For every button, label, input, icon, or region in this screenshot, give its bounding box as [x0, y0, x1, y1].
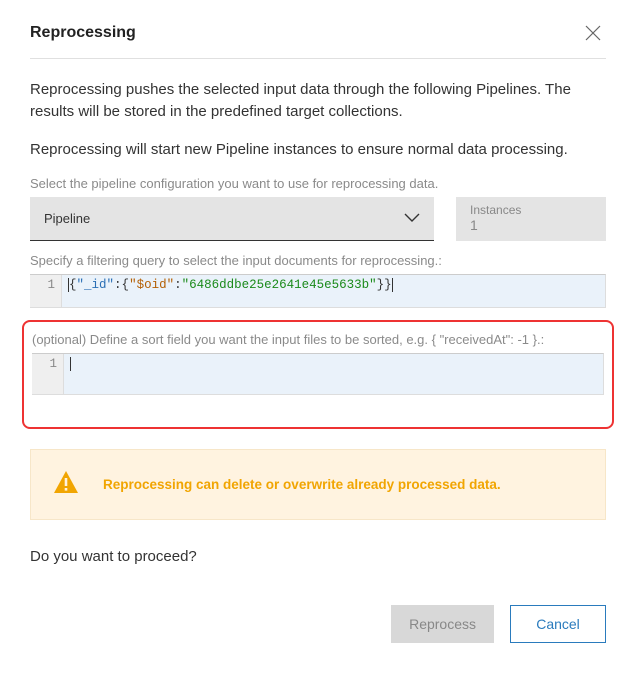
close-button[interactable] [580, 20, 606, 46]
editor-gutter: 1 [32, 354, 64, 394]
pipeline-select[interactable]: Pipeline [30, 197, 434, 241]
sort-query-line[interactable] [64, 354, 603, 394]
line-number: 1 [38, 357, 57, 371]
instances-field: Instances 1 [456, 197, 606, 241]
close-icon [584, 24, 602, 42]
instances-value: 1 [470, 217, 592, 233]
dialog-header: Reprocessing [30, 20, 606, 59]
intro-paragraph-1: Reprocessing pushes the selected input d… [30, 79, 606, 123]
cancel-button[interactable]: Cancel [510, 605, 606, 643]
instances-label: Instances [470, 203, 592, 217]
sort-query-editor[interactable]: 1 [32, 353, 604, 395]
warning-text: Reprocessing can delete or overwrite alr… [103, 477, 501, 492]
line-number: 1 [36, 278, 55, 292]
filter-query-line[interactable]: {"_id":{"$oid":"6486ddbe25e2641e45e5633b… [62, 275, 605, 307]
pipeline-helper-text: Select the pipeline configuration you wa… [30, 176, 606, 191]
sort-section-highlight: (optional) Define a sort field you want … [22, 320, 614, 429]
dialog-buttons: Reprocess Cancel [30, 605, 606, 643]
filter-helper-text: Specify a filtering query to select the … [30, 253, 606, 268]
warning-icon [53, 470, 79, 499]
text-cursor [392, 278, 393, 292]
pipeline-config-row: Pipeline Instances 1 [30, 197, 606, 241]
pipeline-select-label: Pipeline [44, 211, 90, 226]
editor-gutter: 1 [30, 275, 62, 307]
intro-paragraph-2: Reprocessing will start new Pipeline ins… [30, 139, 606, 161]
sort-helper-text: (optional) Define a sort field you want … [32, 332, 604, 347]
chevron-down-icon [404, 211, 420, 226]
dialog-title: Reprocessing [30, 24, 136, 42]
reprocess-button[interactable]: Reprocess [391, 605, 494, 643]
filter-query-editor[interactable]: 1 {"_id":{"$oid":"6486ddbe25e2641e45e563… [30, 274, 606, 308]
text-cursor [70, 357, 71, 371]
warning-banner: Reprocessing can delete or overwrite alr… [30, 449, 606, 520]
reprocessing-dialog: Reprocessing Reprocessing pushes the sel… [0, 0, 636, 673]
proceed-text: Do you want to proceed? [30, 548, 606, 565]
